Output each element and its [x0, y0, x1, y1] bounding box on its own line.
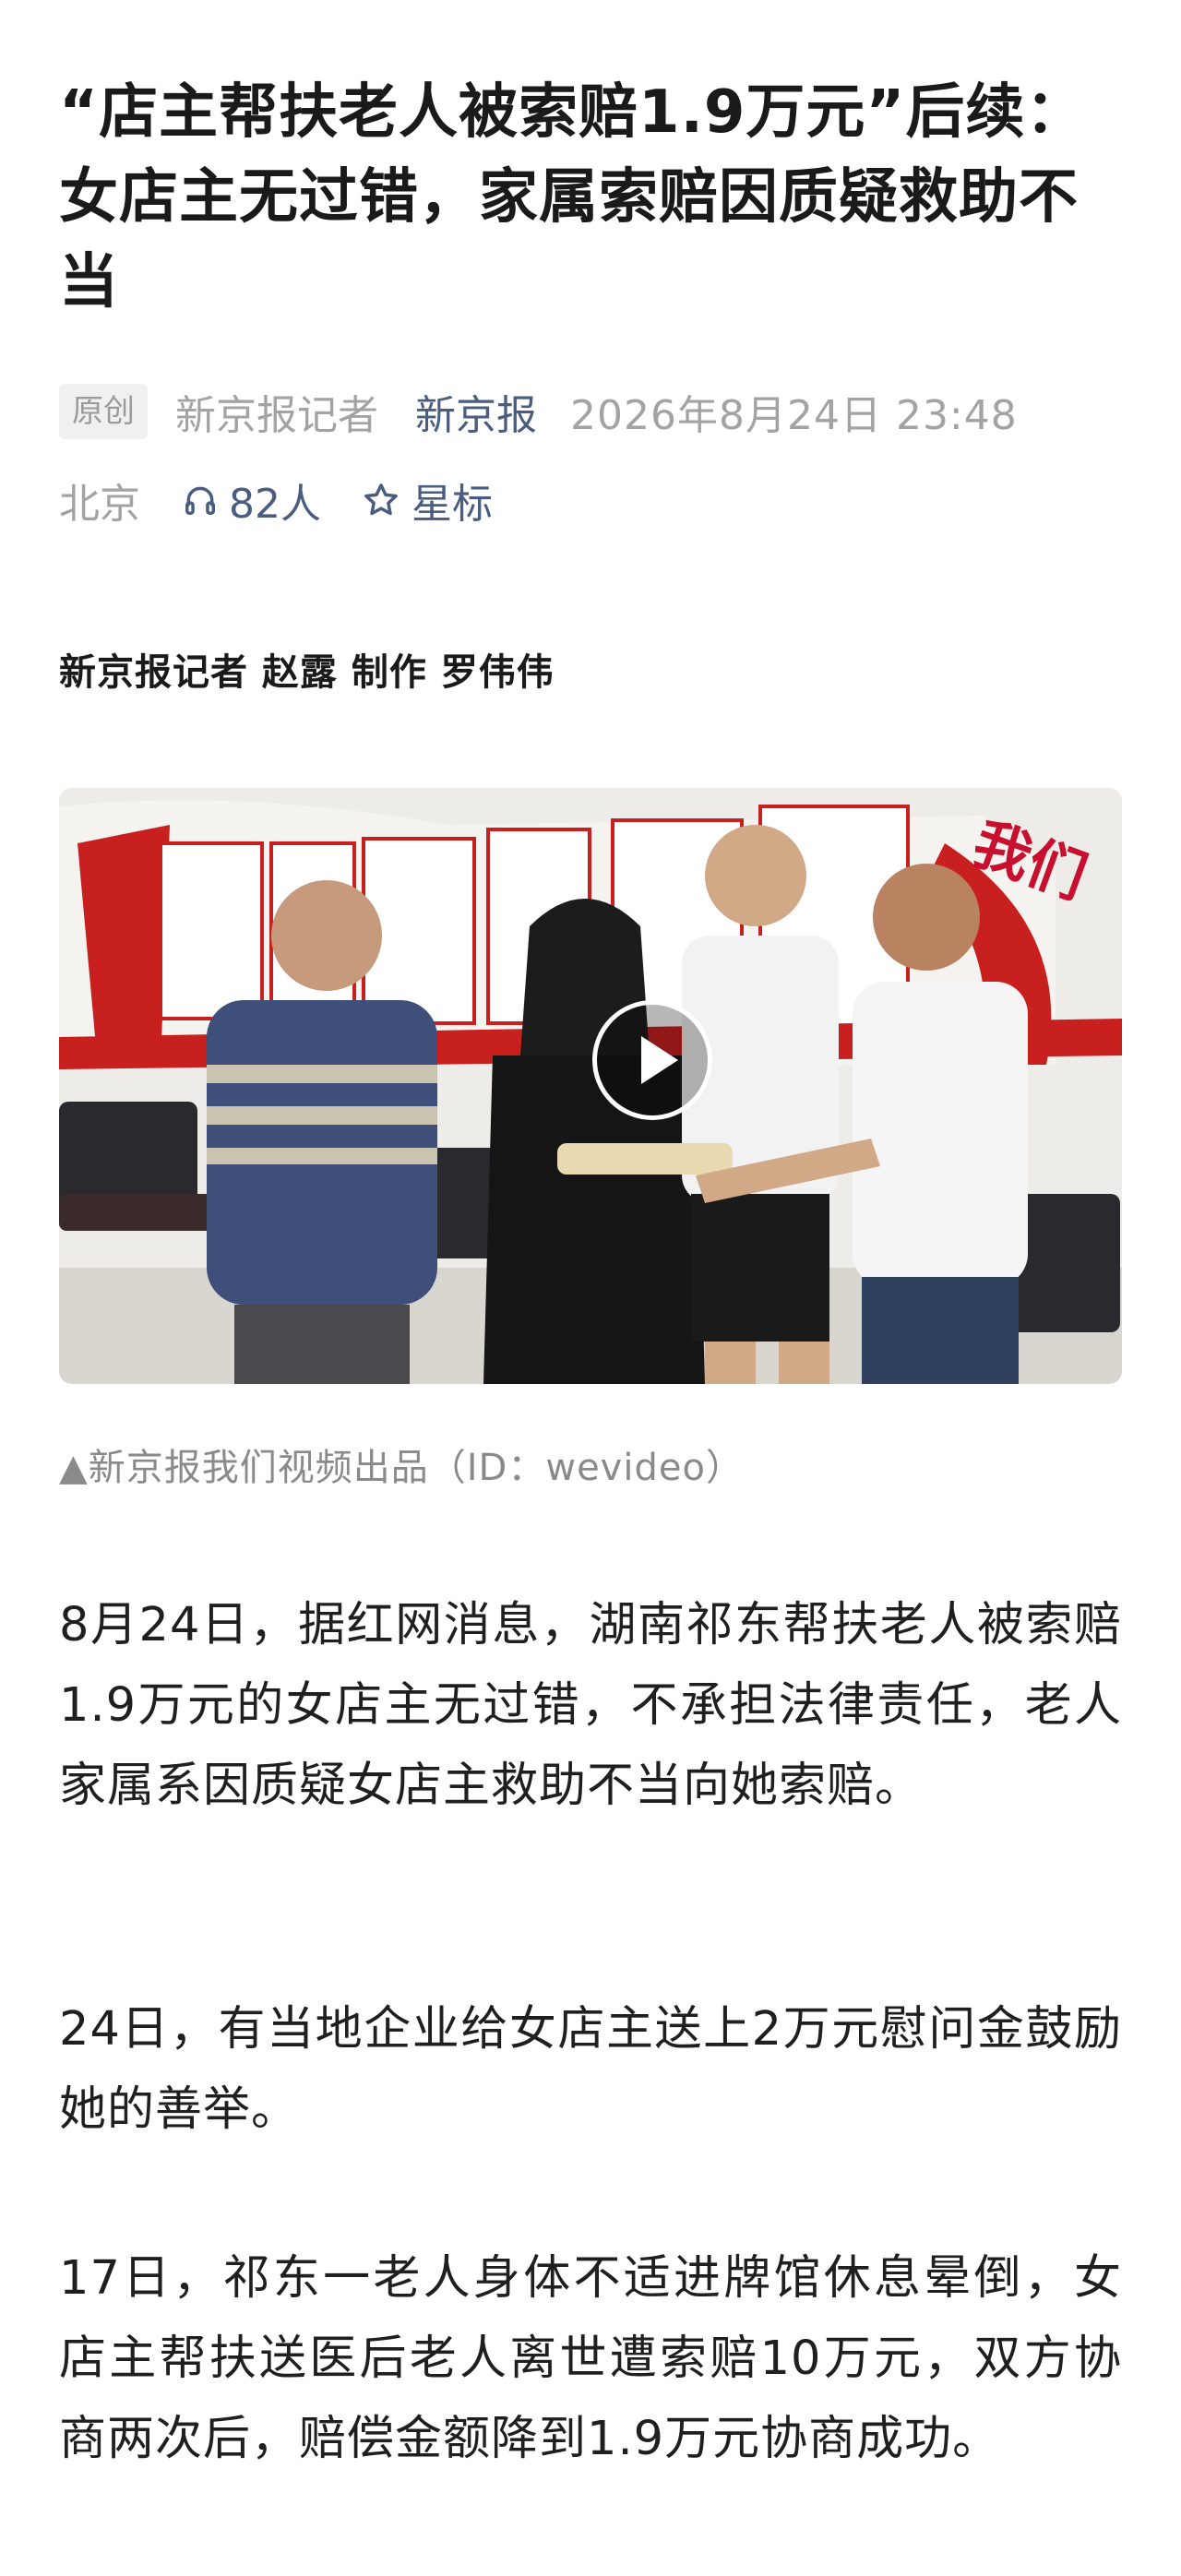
video-player[interactable]: 我们 [59, 788, 1122, 1384]
reporter-label: 新京报记者 [175, 392, 378, 439]
star-outline-icon [364, 483, 398, 516]
article-paragraph: 8月24日，据红网消息，湖南祁东帮扶老人被索赔1.9万元的女店主无过错，不承担法… [59, 1598, 1122, 1813]
publish-datetime: 2026年8月24日 23:48 [570, 392, 1018, 439]
listen-button[interactable]: 82人 [183, 471, 321, 530]
article-meta: 原创 新京报记者 新京报 2026年8月24日 23:48 [59, 378, 1122, 445]
video-caption: ▲新京报我们视频出品（ID：wevideo） [59, 1447, 744, 1489]
article-paragraph: 17日，祁东一老人身体不适进牌馆休息晕倒，女店主帮扶送医后老人离世遭索赔10万元… [59, 2251, 1122, 2466]
article-meta-secondary: 北京 82人 星标 [59, 467, 1122, 533]
original-badge: 原创 [59, 384, 148, 439]
source-link[interactable]: 新京报 [415, 382, 537, 441]
location-label: 北京 [59, 481, 140, 528]
star-button[interactable]: 星标 [362, 471, 493, 530]
star-label: 星标 [412, 481, 493, 528]
article-byline: 新京报记者 赵露 制作 罗伟伟 [59, 651, 555, 694]
play-icon[interactable] [592, 1000, 712, 1120]
listen-count: 82人 [229, 481, 321, 528]
article-title: “店主帮扶老人被索赔1.9万元”后续：女店主无过错，家属索赔因质疑救助不当 [59, 78, 1086, 316]
headphones-icon [185, 486, 215, 515]
article-paragraph: 24日，有当地企业给女店主送上2万元慰问金鼓励她的善举。 [59, 2002, 1122, 2137]
article-page: “店主帮扶老人被索赔1.9万元”后续：女店主无过错，家属索赔因质疑救助不当 原创… [0, 0, 1181, 2576]
